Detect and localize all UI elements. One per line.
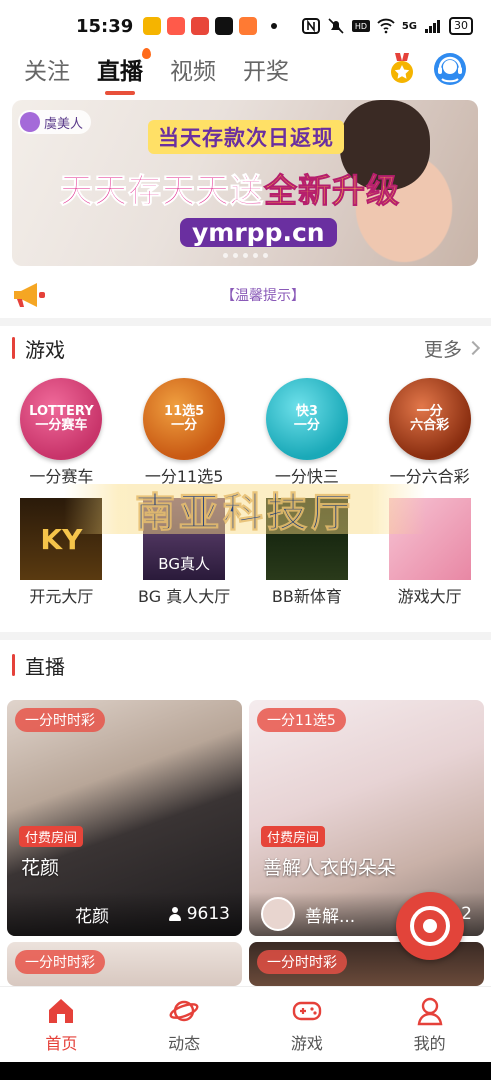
tab-live[interactable]: 直播 (97, 48, 151, 95)
status-time: 15:39 (76, 15, 134, 37)
k3-game-icon: 快3 一分 (265, 378, 348, 460)
live-card[interactable]: 一分时时彩 付费房间 花颜 花颜 9613 (7, 700, 242, 936)
live-section-header: 直播 (12, 645, 478, 685)
app-notification-icon (167, 17, 186, 35)
live-section-title: 直播 (25, 654, 65, 679)
promo-banner[interactable]: 虞美人 当天存款次日返现 天天存天天送全新升级 ymrpp.cn (12, 100, 478, 266)
nav-label: 游戏 (290, 1033, 323, 1053)
games-section-title: 游戏 (25, 337, 65, 362)
stream-title: 善解人衣的朵朵 (263, 857, 397, 879)
game-label: BG 真人大厅 (138, 587, 231, 606)
flame-icon (142, 48, 151, 59)
medal-icon[interactable] (389, 53, 415, 85)
live-card[interactable]: 一分时时彩 (7, 942, 242, 986)
tiktok-icon (215, 17, 234, 35)
games-row: LOTTERY 一分赛车 一分赛车 11选5 一分 一分11选5 快3 一分 一分快三… (0, 378, 491, 488)
lottery-tag: 一分时时彩 (257, 950, 347, 974)
go-live-button[interactable] (396, 892, 464, 960)
game-label: 游戏大厅 (397, 587, 462, 606)
top-nav-actions (389, 52, 467, 86)
app-screen: 15:39 HD 5G 30 关注 直播 视频 开奖 虞美人 当天存款次日返现 … (0, 0, 491, 1080)
11x5-game-icon: 11选5 一分 (143, 378, 226, 460)
tab-video[interactable]: 视频 (170, 52, 216, 86)
nav-label: 我的 (413, 1033, 446, 1053)
racing-game-icon: LOTTERY 一分赛车 (20, 378, 103, 460)
wifi-icon (377, 18, 395, 34)
megaphone-icon (14, 283, 45, 307)
cellular-signal-icon (425, 20, 440, 33)
watermark-overlay: 南亚科技厅 (64, 484, 426, 537)
banner-brand-badge: 虞美人 (18, 110, 92, 134)
hd-icon: HD (351, 20, 370, 32)
nav-label: 首页 (45, 1033, 78, 1053)
planet-icon (169, 1000, 199, 1021)
banner-url: ymrpp.cn (180, 218, 337, 247)
avatar (261, 897, 295, 931)
lottery-tag: 一分时时彩 (15, 708, 105, 732)
app-notification-icon (191, 17, 210, 35)
stream-title: 花颜 (21, 857, 60, 879)
tab-live-label: 直播 (97, 59, 143, 85)
svg-text:HD: HD (355, 22, 367, 31)
banner-headline: 当天存款次日返现 (148, 120, 344, 154)
nfc-icon (301, 18, 320, 34)
camera-icon (410, 906, 450, 946)
notice-text: 【温馨提示】 (221, 288, 305, 304)
top-tab-bar: 关注 直播 视频 开奖 (0, 44, 491, 95)
game-item-racing[interactable]: LOTTERY 一分赛车 一分赛车 (0, 378, 123, 488)
banner-slogan: 天天存天天送全新升级 (60, 164, 400, 212)
games-more-button[interactable]: 更多 (423, 335, 481, 362)
viewer-count: 9613 (168, 904, 230, 924)
section-divider (0, 318, 491, 326)
section-accent-bar (12, 654, 15, 676)
nav-games[interactable]: 游戏 (246, 987, 369, 1062)
games-section-header: 游戏 更多 (12, 328, 481, 368)
nav-label: 动态 (168, 1033, 201, 1053)
status-icons: HD 5G 30 (301, 17, 473, 35)
bottom-nav: 首页 动态 游戏 我的 (0, 986, 491, 1062)
stream-info-bar: 花颜 9613 (7, 892, 242, 936)
banner-slogan-main: 天天存天天送 (60, 171, 264, 211)
viewer-count-value: 9613 (186, 904, 230, 924)
mute-icon (328, 18, 344, 34)
more-notifications-dot (271, 23, 278, 29)
paid-room-badge: 付费房间 (261, 826, 326, 847)
lottery-tag: 一分时时彩 (15, 950, 105, 974)
banner-pagination (12, 253, 478, 258)
banner-slogan-highlight: 全新升级 (264, 171, 400, 211)
customer-service-icon[interactable] (433, 52, 467, 86)
game-item-11x5[interactable]: 11选5 一分 一分11选5 (123, 378, 246, 488)
gamepad-icon (292, 1001, 322, 1020)
brand-logo-icon (20, 112, 40, 132)
app-notification-icon (143, 17, 162, 35)
game-label: BB新体育 (271, 587, 342, 606)
host-name: 善解... (305, 906, 356, 927)
home-icon (49, 998, 74, 1023)
nav-home[interactable]: 首页 (0, 987, 123, 1062)
chevron-right-icon (465, 340, 481, 356)
host-name: 花颜 (75, 906, 109, 927)
section-divider (0, 632, 491, 640)
nav-profile[interactable]: 我的 (368, 987, 491, 1062)
person-icon (168, 907, 181, 921)
system-gesture-bar (0, 1062, 491, 1080)
signal-label: 5G (401, 20, 417, 32)
banner-brand-name: 虞美人 (44, 116, 84, 132)
user-icon (417, 997, 443, 1025)
tab-follow[interactable]: 关注 (24, 52, 70, 86)
mark-six-game-icon: 一分 六合彩 (388, 378, 471, 460)
battery-indicator: 30 (449, 17, 473, 35)
game-item-k3[interactable]: 快3 一分 一分快三 (246, 378, 369, 488)
game-label: 开元大厅 (29, 587, 94, 606)
tab-lottery-results[interactable]: 开奖 (243, 52, 289, 86)
more-label: 更多 (423, 338, 462, 361)
game-item-mark-six[interactable]: 一分 六合彩 一分六合彩 (368, 378, 491, 488)
section-accent-bar (12, 337, 15, 359)
paid-room-badge: 付费房间 (19, 826, 84, 847)
notice-bar[interactable]: 【温馨提示】 (12, 276, 478, 314)
lottery-tag: 一分11选5 (257, 708, 346, 732)
nav-feed[interactable]: 动态 (123, 987, 246, 1062)
app-notification-icon (239, 17, 258, 35)
